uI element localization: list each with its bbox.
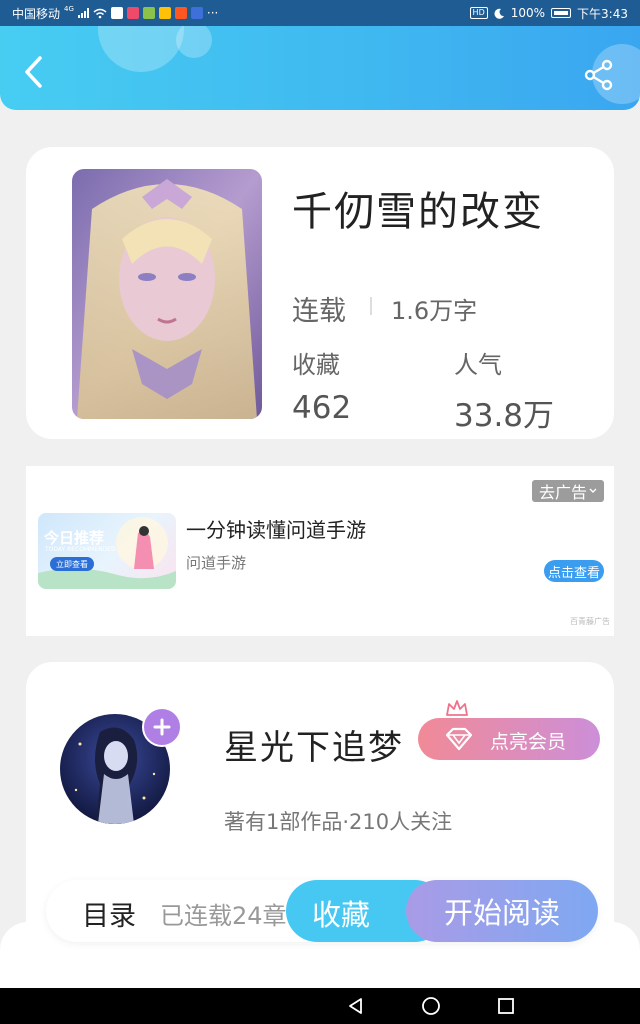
- back-icon[interactable]: [18, 54, 50, 90]
- system-nav-bar: [0, 988, 640, 1024]
- ad-brand: 问道手游: [186, 554, 247, 572]
- header: [0, 26, 640, 110]
- nav-home-icon[interactable]: [419, 994, 443, 1018]
- ad-banner[interactable]: 去广告 今日推荐 TODAY RECOMMENDED 立即查看 一分钟读懂问道手…: [26, 466, 614, 636]
- diamond-icon: [445, 727, 473, 751]
- plus-icon: [153, 718, 171, 736]
- book-info-card: 千仞雪的改变 连载 1.6万字 收藏 人气 462 33.8万: [26, 147, 614, 439]
- word-count: 1.6万字: [391, 297, 478, 325]
- nav-recents-icon[interactable]: [494, 994, 518, 1018]
- ad-image-button[interactable]: 立即查看: [50, 557, 94, 571]
- decor-bubble: [98, 26, 184, 72]
- favorites-button-label: 收藏: [312, 898, 371, 932]
- carrier-name: 中国移动: [12, 6, 61, 21]
- ad-headline[interactable]: 一分钟读懂问道手游: [186, 514, 366, 543]
- table-of-contents-button[interactable]: 目录: [82, 894, 136, 933]
- nav-back-icon[interactable]: [344, 994, 368, 1018]
- app-notification-icon: [142, 7, 155, 19]
- crown-icon: [446, 700, 468, 716]
- ad-image-title: 今日推荐: [44, 529, 105, 547]
- hd-badge: HD: [469, 7, 488, 19]
- favorites-count: 462: [292, 390, 352, 426]
- remove-ad-label: 去广告: [538, 483, 587, 502]
- chevron-down-icon: [589, 488, 597, 493]
- ad-image-subtitle: TODAY RECOMMENDED: [45, 546, 116, 553]
- wifi-icon: [93, 8, 107, 18]
- popularity-label: 人气: [454, 351, 502, 379]
- activate-vip-button[interactable]: 点亮会员: [418, 718, 600, 760]
- status-bar: 中国移动 4G ··· HD 100% 下午3:43: [0, 0, 640, 26]
- app-notification-icon: [190, 7, 203, 19]
- favorites-label: 收藏: [292, 351, 340, 379]
- battery-icon: [551, 8, 572, 18]
- chapter-count: 已连载24章: [160, 902, 287, 930]
- ad-source: 百青藤广告: [570, 617, 610, 626]
- follow-author-button[interactable]: [142, 707, 182, 747]
- app-notification-icon: [126, 7, 139, 19]
- more-notifications: ···: [206, 6, 219, 20]
- serial-status: 连载: [292, 296, 346, 327]
- book-cover[interactable]: [72, 169, 262, 419]
- author-works-info: 著有1部作品·210人关注: [224, 810, 453, 834]
- battery-percent: 100%: [510, 6, 546, 20]
- moon-icon: [494, 8, 504, 19]
- signal-icon: [77, 8, 89, 18]
- author-name: 星光下追梦: [224, 728, 404, 768]
- ad-image[interactable]: 今日推荐 TODAY RECOMMENDED 立即查看: [38, 513, 176, 589]
- remove-ad-button[interactable]: 去广告: [532, 480, 604, 502]
- book-title: 千仞雪的改变: [292, 189, 544, 235]
- share-icon[interactable]: [582, 58, 616, 92]
- start-reading-button[interactable]: 开始阅读: [406, 880, 598, 942]
- decor-bubble: [176, 26, 212, 58]
- app-notification-icon: [110, 7, 123, 19]
- popularity-count: 33.8万: [454, 398, 555, 434]
- vip-label: 点亮会员: [490, 731, 567, 753]
- divider: [370, 297, 372, 315]
- clock: 下午3:43: [577, 6, 628, 21]
- ad-cta-button[interactable]: 点击查看: [544, 560, 604, 582]
- app-notification-icon: [174, 7, 187, 19]
- signal-type: 4G: [64, 4, 74, 13]
- app-notification-icon: [158, 7, 171, 19]
